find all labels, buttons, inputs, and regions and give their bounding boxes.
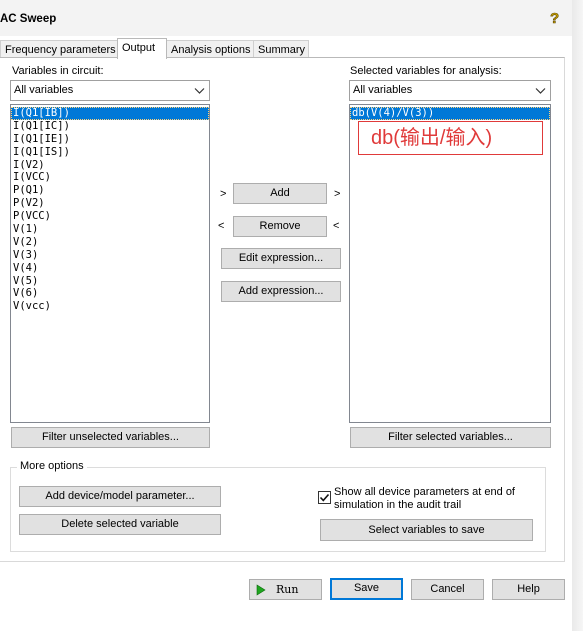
show-all-params-checkbox[interactable]	[318, 491, 331, 504]
dropdown-value: All variables	[14, 84, 74, 96]
svg-text:?: ?	[550, 10, 559, 26]
selected-variables-filter-dropdown[interactable]: All variables	[349, 80, 551, 101]
list-item[interactable]: V(6)	[11, 287, 209, 300]
list-item[interactable]: db(V(4)/V(3))	[350, 107, 550, 120]
show-all-params-label[interactable]: Show all device parameters at end of sim…	[334, 486, 534, 511]
help-button[interactable]: Help	[492, 579, 565, 600]
run-label: Run	[276, 583, 299, 596]
list-item[interactable]: I(V2)	[11, 159, 209, 172]
dropdown-value: All variables	[353, 84, 413, 96]
list-item[interactable]: V(vcc)	[11, 300, 209, 313]
save-button[interactable]: Save	[330, 578, 403, 600]
tab-label: Summary	[258, 44, 306, 56]
list-item[interactable]: I(VCC)	[11, 171, 209, 184]
chevron-down-icon	[535, 88, 546, 94]
window-title: AC Sweep	[0, 13, 57, 25]
select-variables-to-save-button[interactable]: Select variables to save	[320, 519, 533, 541]
tab-summary[interactable]: Summary	[253, 40, 309, 58]
list-item[interactable]: V(3)	[11, 249, 209, 262]
add-arrow-left-indicator: >	[220, 188, 227, 200]
tab-label: Analysis options	[171, 44, 251, 56]
filter-selected-button[interactable]: Filter selected variables...	[350, 427, 551, 448]
check-icon	[319, 493, 330, 502]
list-item[interactable]: V(5)	[11, 275, 209, 288]
list-item[interactable]: I(Q1[IC])	[11, 120, 209, 133]
add-arrow-right-indicator: >	[334, 188, 341, 200]
tab-output[interactable]: Output	[117, 38, 167, 59]
list-item[interactable]: P(Q1)	[11, 184, 209, 197]
add-button[interactable]: Add	[233, 183, 327, 204]
tab-strip: Frequency parameters Output Analysis opt…	[0, 38, 572, 59]
remove-arrow-left-indicator: <	[218, 220, 225, 232]
delete-selected-variable-button[interactable]: Delete selected variable	[19, 514, 221, 535]
tab-label: Frequency parameters	[5, 44, 116, 56]
add-expression-button[interactable]: Add expression...	[221, 281, 341, 302]
run-button[interactable]: Run	[249, 579, 322, 600]
tab-analysis-options[interactable]: Analysis options	[166, 40, 254, 58]
edit-expression-button[interactable]: Edit expression...	[221, 248, 341, 269]
circuit-variables-filter-dropdown[interactable]: All variables	[10, 80, 210, 101]
list-item[interactable]: P(VCC)	[11, 210, 209, 223]
list-item[interactable]: P(V2)	[11, 197, 209, 210]
circuit-variables-list[interactable]: I(Q1[IB]) I(Q1[IC]) I(Q1[IE]) I(Q1[IS]) I(V2…	[10, 104, 210, 423]
variables-in-circuit-label: Variables in circuit:	[12, 65, 104, 77]
list-item[interactable]: I(Q1[IB])	[11, 107, 209, 120]
title-bar: AC Sweep ?	[0, 0, 572, 36]
chevron-down-icon	[194, 88, 205, 94]
list-item[interactable]: I(Q1[IS])	[11, 146, 209, 159]
list-item[interactable]: V(4)	[11, 262, 209, 275]
more-options-legend: More options	[17, 460, 87, 472]
annotation-box: db(输出/输入)	[358, 121, 543, 155]
question-mark-icon[interactable]: ?	[548, 10, 562, 26]
list-item[interactable]: V(2)	[11, 236, 209, 249]
remove-arrow-right-indicator: <	[333, 220, 340, 232]
list-item[interactable]: I(Q1[IE])	[11, 133, 209, 146]
cancel-button[interactable]: Cancel	[411, 579, 484, 600]
add-device-model-parameter-button[interactable]: Add device/model parameter...	[19, 486, 221, 507]
selected-variables-label: Selected variables for analysis:	[350, 65, 502, 77]
list-item[interactable]: V(1)	[11, 223, 209, 236]
remove-button[interactable]: Remove	[233, 216, 327, 237]
play-icon	[256, 584, 266, 596]
window-shadow	[572, 0, 583, 631]
tab-frequency-parameters[interactable]: Frequency parameters	[0, 40, 118, 58]
filter-unselected-button[interactable]: Filter unselected variables...	[11, 427, 210, 448]
tab-label: Output	[122, 42, 156, 54]
